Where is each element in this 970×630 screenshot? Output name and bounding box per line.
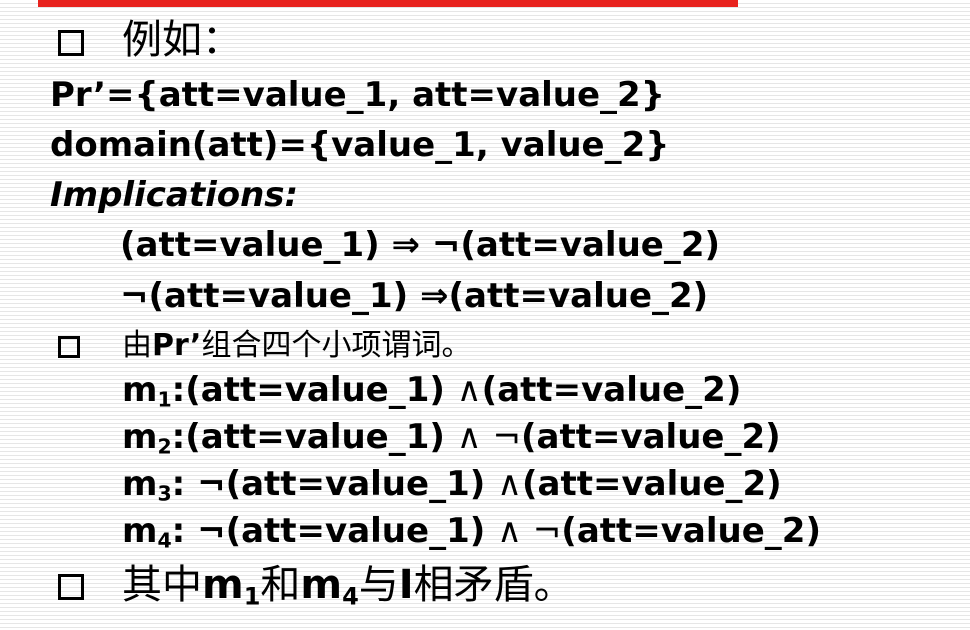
example-heading: 例如： — [122, 17, 242, 63]
minterm-3: m3: ¬(att=value_1) ∧(att=value_2) — [122, 464, 782, 506]
bullet-square-icon — [58, 336, 80, 358]
bullet-square-icon — [58, 574, 84, 600]
minterm-1: m1:(att=value_1) ∧(att=value_2) — [122, 370, 742, 412]
implication-2: ¬(att=value_1) ⇒(att=value_2) — [120, 276, 709, 316]
minterm-4: m4: ¬(att=value_1) ∧ ¬(att=value_2) — [122, 511, 821, 553]
domain-line: domain(att)={value_1, value_2} — [50, 125, 670, 165]
title-accent-bar — [38, 0, 738, 7]
implication-1: (att=value_1) ⇒ ¬(att=value_2) — [120, 225, 721, 265]
conclusion-line: 其中m1和m4与I相矛盾。 — [122, 562, 574, 611]
implications-label: Implications: — [50, 175, 299, 215]
minterm-2: m2:(att=value_1) ∧ ¬(att=value_2) — [122, 417, 781, 459]
predicate-set-line: Pr’={att=value_1, att=value_2} — [50, 75, 665, 115]
bullet-square-icon — [58, 30, 84, 56]
minterm-intro: 由Pr’组合四个小项谓词。 — [122, 328, 472, 363]
